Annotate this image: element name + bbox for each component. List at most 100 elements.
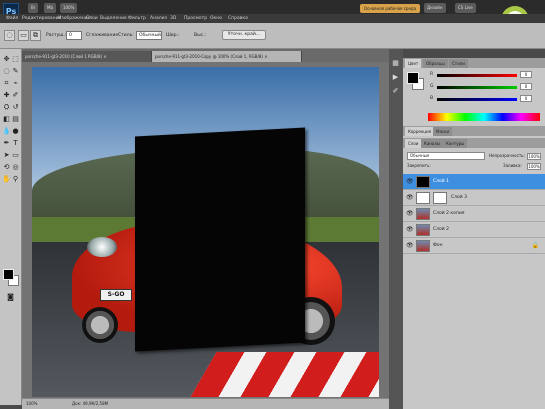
height-label: Выс.: [194, 33, 207, 38]
tab-styles[interactable]: Стили [449, 59, 468, 68]
zoom-level-select[interactable]: 100% [60, 3, 78, 13]
workspace-switcher[interactable]: Основная рабочая среда [360, 4, 420, 13]
slider-b-value[interactable]: 0 [520, 95, 532, 102]
menu-bar: Файл Редактирование Изображение Слои Выд… [0, 14, 545, 23]
lasso-tool-icon[interactable]: ◌ [2, 67, 11, 76]
color-panel-tabs: Цвет Образцы Стили [403, 58, 545, 68]
visibility-eye-icon[interactable]: 👁 [406, 226, 414, 233]
canvas-area[interactable]: S-GO [22, 62, 389, 398]
shape-tool-icon[interactable]: ▭ [11, 151, 20, 160]
hand-tool-icon[interactable]: ✋ [2, 175, 11, 184]
tab-color[interactable]: Цвет [405, 59, 422, 68]
menu-help[interactable]: Справка [228, 14, 248, 23]
blend-mode-select[interactable]: Обычные [407, 152, 485, 160]
zoom-tool-icon[interactable]: ⚲ [11, 175, 20, 184]
blur-tool-icon[interactable]: 💧 [2, 127, 11, 136]
tab-layers[interactable]: Слои [405, 139, 422, 148]
foreground-color-swatch[interactable] [3, 269, 14, 280]
quick-mask-icon[interactable]: ◙ [6, 293, 15, 302]
fill-input[interactable]: 100% [527, 163, 541, 170]
menu-select[interactable]: Выделение [100, 14, 127, 23]
black-rectangle-layer[interactable] [135, 127, 305, 352]
slider-g-value[interactable]: 0 [520, 83, 532, 90]
width-label: Шир.: [166, 33, 180, 38]
menu-3d[interactable]: 3D [170, 14, 176, 23]
tab-adjustments[interactable]: Коррекция [405, 127, 434, 136]
style-select[interactable]: Обычный [136, 31, 162, 40]
status-zoom[interactable]: 100% [26, 399, 37, 409]
pen-tool-icon[interactable]: ✒ [2, 139, 11, 148]
type-tool-icon[interactable]: T [11, 139, 20, 148]
document-image[interactable]: S-GO [32, 67, 379, 397]
3d-camera-tool-icon[interactable]: ◎ [11, 163, 20, 172]
opacity-input[interactable]: 100% [527, 153, 541, 160]
menu-layers[interactable]: Слои [86, 14, 98, 23]
brush-panel-icon[interactable]: ✐ [391, 87, 400, 96]
tab-document-1[interactable]: porsche-911-gt3-2010 (Слой 1 RGB/8) × [22, 51, 152, 62]
tab-swatches[interactable]: Образцы [423, 59, 448, 68]
tab-channels[interactable]: Каналы [421, 139, 444, 148]
opacity-label: Непрозрачность: [489, 153, 525, 158]
lasso-tool-preset-icon[interactable]: ◌ [4, 30, 15, 41]
refine-edge-button[interactable]: Уточн. край... [222, 30, 266, 40]
eyedropper-tool-icon[interactable]: ⌁ [11, 79, 20, 88]
clone-stamp-tool-icon[interactable]: ⛭ [2, 103, 11, 112]
layer-row-sloy-2[interactable]: 👁 Слой 2 [403, 222, 545, 238]
layers-controls: Обычные Непрозрачность: 100% Закрепить: … [403, 150, 545, 172]
bridge-button[interactable]: Br [28, 3, 39, 13]
visibility-eye-icon[interactable]: 👁 [406, 210, 414, 217]
history-panel-icon[interactable]: ▦ [391, 59, 400, 68]
move-tool-icon[interactable]: ✥ [2, 55, 11, 64]
lock-icon: 🔒 [531, 242, 539, 249]
path-select-tool-icon[interactable]: ➤ [2, 151, 11, 160]
menu-window[interactable]: Окно [210, 14, 222, 23]
menu-view[interactable]: Просмотр [184, 14, 207, 23]
color-spectrum-ramp[interactable] [428, 113, 540, 121]
slider-r[interactable] [437, 74, 517, 77]
smooth-checkbox[interactable]: Сглаживание [86, 31, 118, 40]
gradient-tool-icon[interactable]: ▤ [11, 115, 20, 124]
layer-row-background[interactable]: 👁 Фон 🔒 [403, 238, 545, 254]
marquee-tool-icon[interactable]: ⬚ [11, 55, 20, 64]
layer-mask-thumbnail[interactable] [433, 192, 447, 204]
3d-rotate-tool-icon[interactable]: ⟲ [2, 163, 11, 172]
layer-row-sloy-3[interactable]: 👁 Слой 3 [403, 190, 545, 206]
design-workspace-button[interactable]: Дизайн [424, 3, 446, 13]
slider-b[interactable] [437, 98, 517, 101]
layer-name: Слой 2 копия [433, 211, 465, 216]
menu-file[interactable]: Файл [6, 14, 18, 23]
menu-filter[interactable]: Фильтр [128, 14, 146, 23]
healing-tool-icon[interactable]: ✚ [2, 91, 11, 100]
actions-panel-icon[interactable]: ▶ [391, 73, 400, 82]
feather-input[interactable]: 0 [66, 31, 82, 40]
crop-tool-icon[interactable]: ⌗ [2, 79, 11, 88]
visibility-eye-icon[interactable]: 👁 [406, 194, 414, 201]
slider-g-label: G [430, 84, 434, 89]
layer-thumbnail [416, 224, 430, 236]
menu-edit[interactable]: Редактирование [22, 14, 61, 23]
brush-tool-icon[interactable]: ✐ [11, 91, 20, 100]
eraser-tool-icon[interactable]: ◧ [2, 115, 11, 124]
quick-select-tool-icon[interactable]: ✎ [11, 67, 20, 76]
cs-live-button[interactable]: CS Live [455, 3, 476, 13]
visibility-eye-icon[interactable]: 👁 [406, 242, 414, 249]
tab-paths[interactable]: Контуры [443, 139, 468, 148]
fill-label: Заливка: [503, 163, 522, 168]
visibility-eye-icon[interactable]: 👁 [406, 178, 414, 185]
menu-analysis[interactable]: Анализ [150, 14, 167, 23]
tools-panel: ✥ ⬚ ◌ ✎ ⌗ ⌁ ✚ ✐ ⛭ ↺ ◧ ▤ 💧 ● ✒ T ➤ ▭ ⟲ ◎ … [0, 49, 22, 405]
layer-row-sloy-2-copy[interactable]: 👁 Слой 2 копия [403, 206, 545, 222]
layer-thumbnail [416, 176, 430, 188]
tab-document-2[interactable]: porsche-911-gt3-2010-Copy @ 100% (Слой 1… [152, 51, 302, 62]
slider-g[interactable] [437, 86, 517, 89]
tab-masks[interactable]: Маски [433, 127, 453, 136]
layer-name: Фон [433, 243, 443, 248]
slider-r-value[interactable]: 0 [520, 71, 532, 78]
dodge-tool-icon[interactable]: ● [11, 127, 20, 136]
add-to-selection-icon[interactable]: ⧉ [30, 30, 41, 41]
history-brush-tool-icon[interactable]: ↺ [11, 103, 20, 112]
minibridge-button[interactable]: Mb [44, 3, 56, 13]
panel-foreground-swatch[interactable] [407, 72, 419, 84]
new-selection-icon[interactable]: ▭ [18, 30, 29, 41]
layer-row-sloy-1[interactable]: 👁 Слой 1 [403, 174, 545, 190]
